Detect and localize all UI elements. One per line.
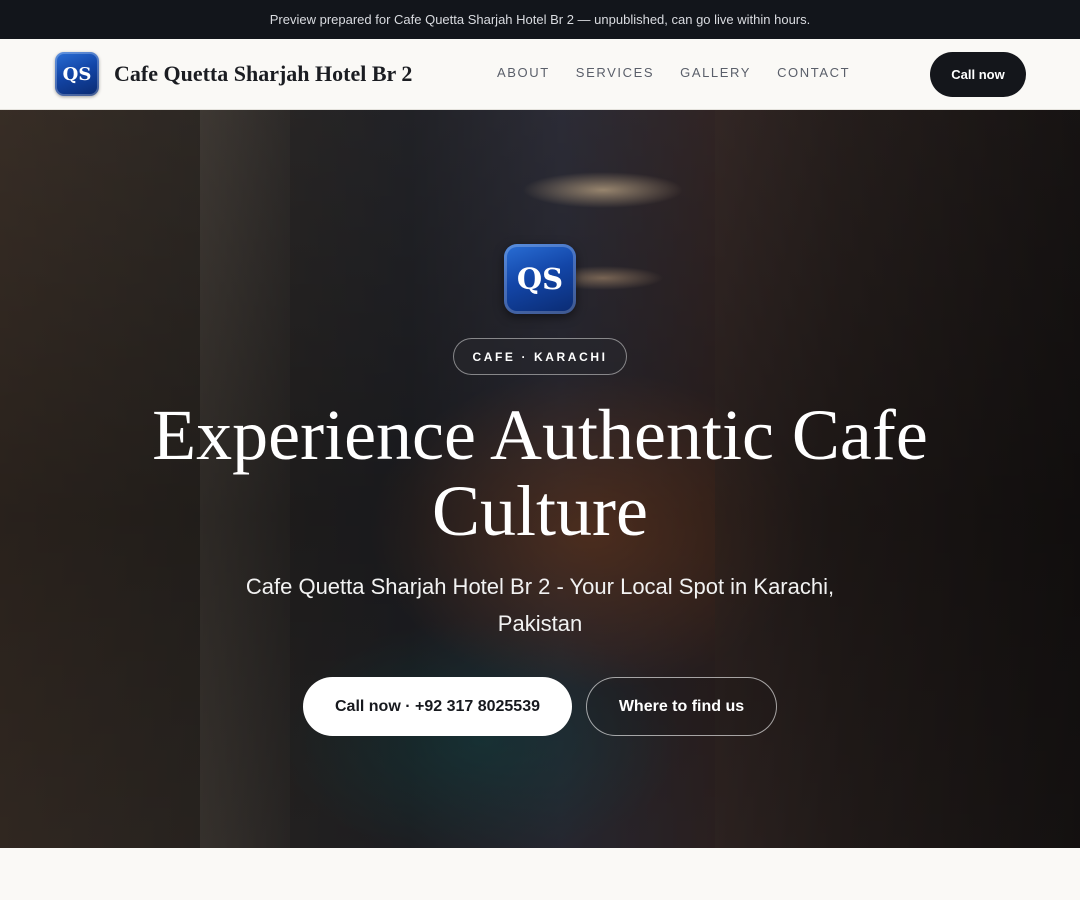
next-section (0, 848, 1080, 900)
nav-contact[interactable]: CONTACT (777, 65, 850, 80)
category-badge: CAFE · KARACHI (453, 338, 627, 375)
hero-logo-text: QS (516, 262, 564, 296)
hero-call-button[interactable]: Call now · +92 317 8025539 (303, 677, 572, 736)
nav-services[interactable]: SERVICES (576, 65, 654, 80)
preview-banner-text: Preview prepared for Cafe Quetta Sharjah… (269, 12, 811, 27)
brand-name[interactable]: Cafe Quetta Sharjah Hotel Br 2 (114, 61, 412, 87)
nav-gallery[interactable]: GALLERY (680, 65, 751, 80)
hero-title: Experience Authentic Cafe Culture (152, 395, 928, 551)
header-call-button[interactable]: Call now (930, 52, 1026, 97)
hero-section: QS CAFE · KARACHI Experience Authentic C… (0, 110, 1080, 848)
brand-logo-text: QS (62, 63, 92, 85)
find-us-button[interactable]: Where to find us (586, 677, 777, 736)
hero-subtitle: Cafe Quetta Sharjah Hotel Br 2 - Your Lo… (245, 574, 835, 636)
hero-logo: QS (504, 244, 576, 314)
main-nav: ABOUT SERVICES GALLERY CONTACT (497, 65, 876, 80)
site-header: QS Cafe Quetta Sharjah Hotel Br 2 ABOUT … (0, 39, 1080, 110)
brand-logo[interactable]: QS (55, 52, 99, 96)
nav-about[interactable]: ABOUT (497, 65, 550, 80)
preview-banner: Preview prepared for Cafe Quetta Sharjah… (0, 0, 1080, 39)
